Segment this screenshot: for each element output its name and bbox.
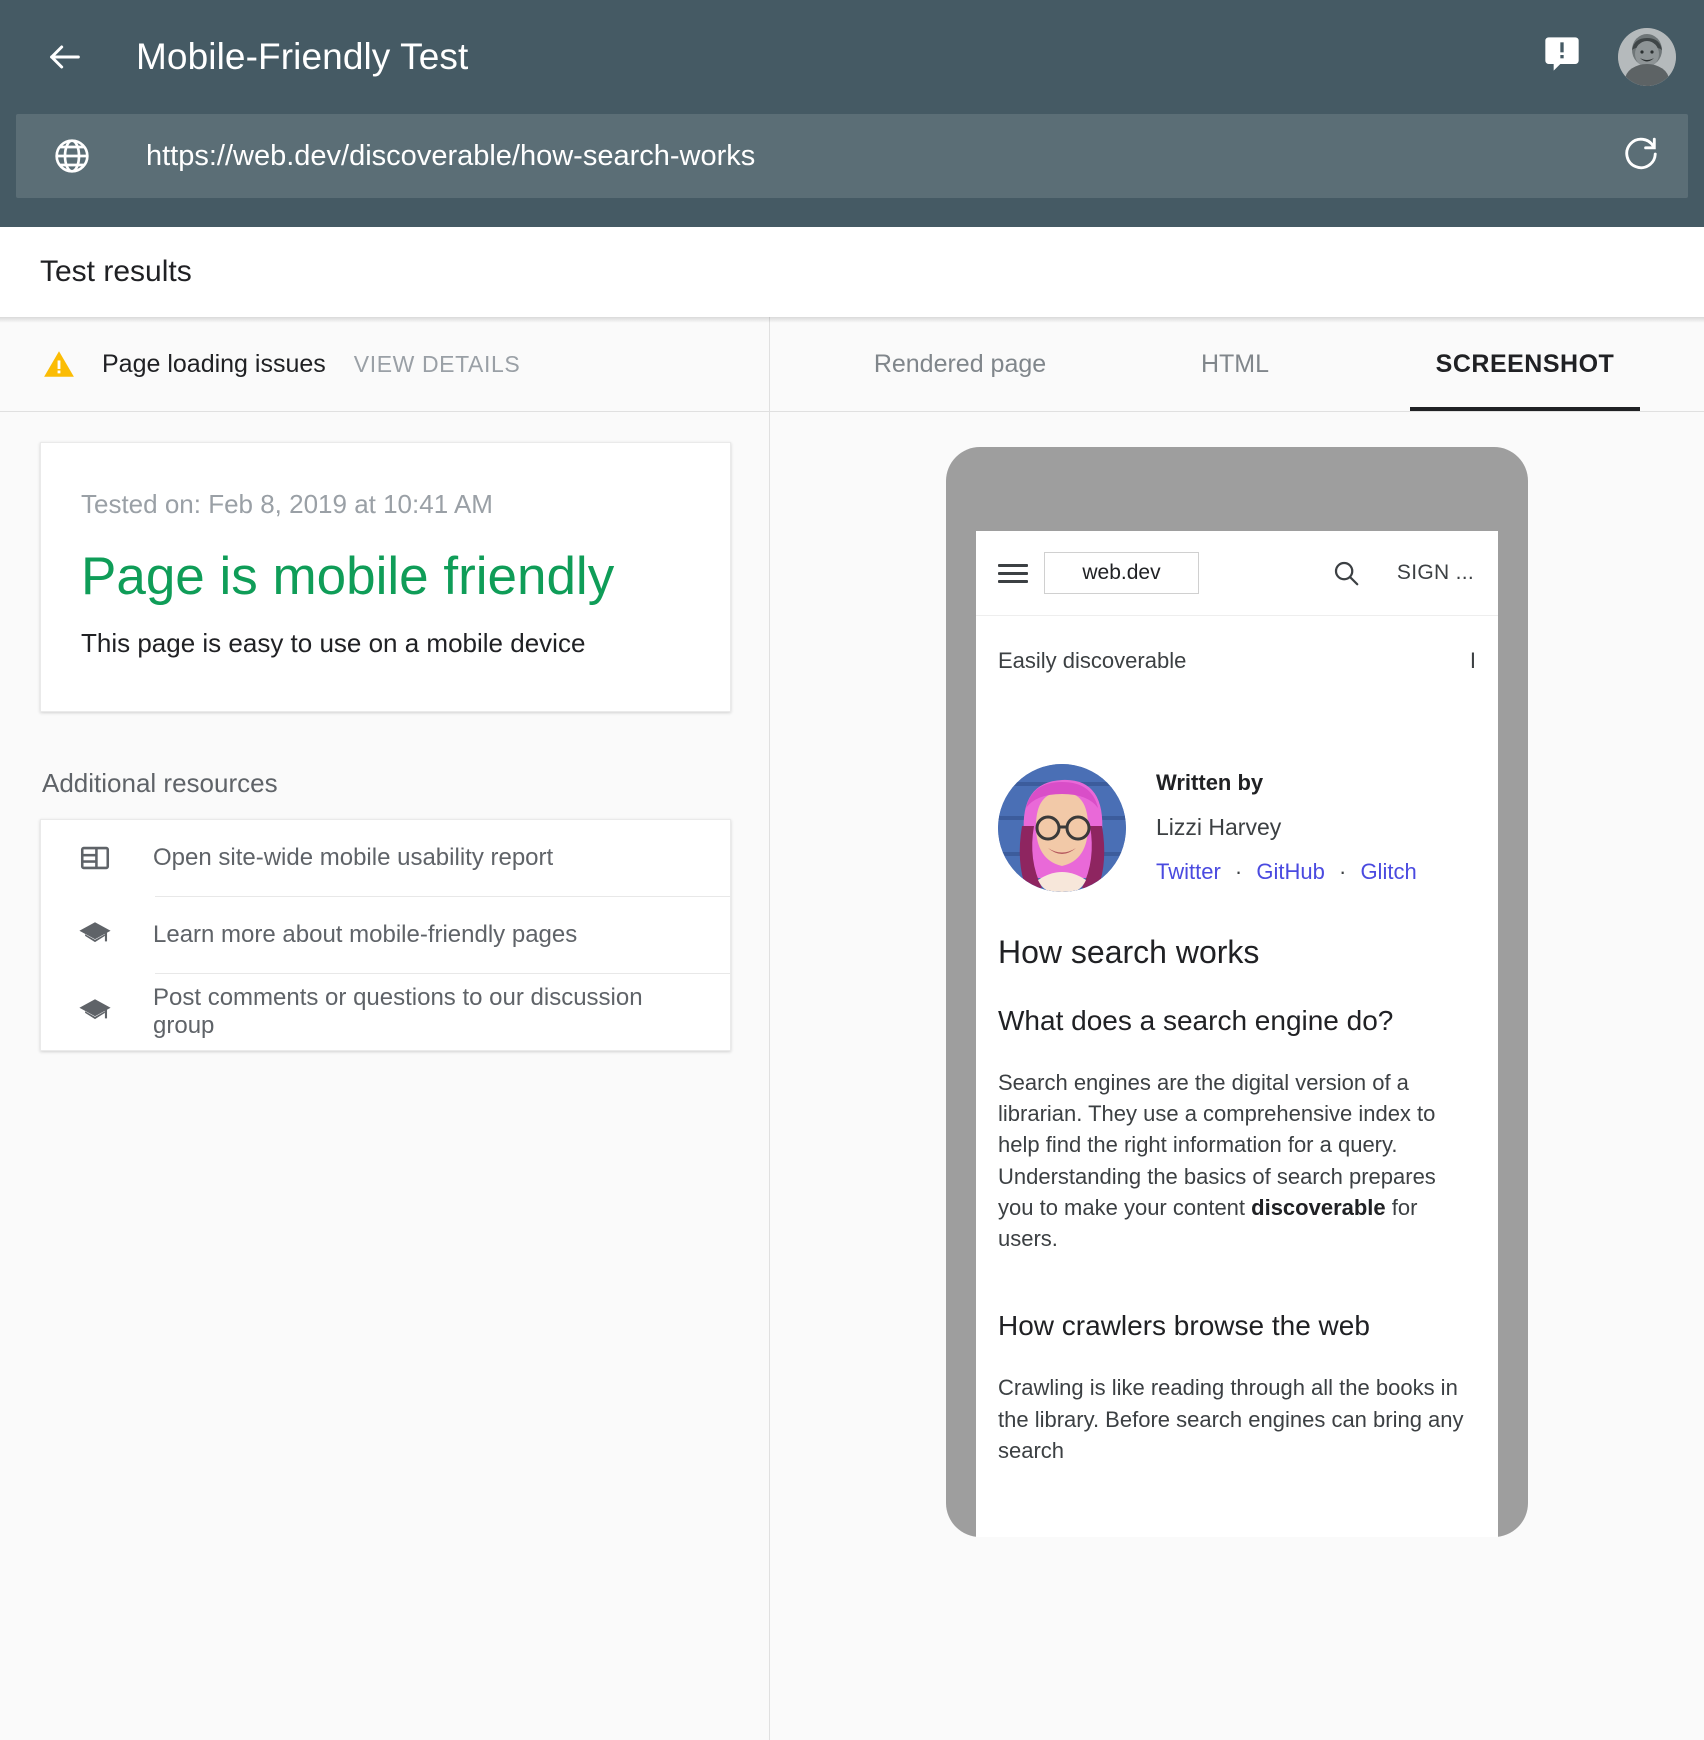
reload-icon [1622,135,1660,178]
left-pane: Page loading issues VIEW DETAILS Tested … [0,317,770,1740]
arrow-back-icon [45,37,85,77]
url-bar[interactable]: https://web.dev/discoverable/how-search-… [16,114,1688,198]
user-avatar[interactable] [1618,28,1676,86]
list-item[interactable]: Post comments or questions to our discus… [41,974,730,1050]
page-title: Mobile-Friendly Test [136,36,468,78]
additional-resources-title: Additional resources [42,768,731,799]
mobile-friendly-test-app: Mobile-Friendly Test [0,0,1704,1740]
author-link-github[interactable]: GitHub [1256,859,1324,884]
preview-tabs: Rendered page HTML SCREENSHOT [770,317,1704,412]
tab-screenshot[interactable]: SCREENSHOT [1410,317,1640,411]
url-input-value[interactable]: https://web.dev/discoverable/how-search-… [146,140,1620,173]
author-link-glitch[interactable]: Glitch [1360,859,1416,884]
article-paragraph-1: Search engines are the digital version o… [976,1037,1498,1254]
verdict-title: Page is mobile friendly [81,548,690,606]
feedback-button[interactable] [1538,33,1586,81]
article-p1-bold: discoverable [1251,1195,1386,1220]
site-header: web.dev SIGN ... [976,531,1498,616]
breadcrumb-menu-icon[interactable]: I [1470,648,1476,674]
link-separator: · [1235,859,1242,884]
article-paragraph-2: Crawling is like reading through all the… [976,1342,1498,1466]
view-details-button[interactable]: VIEW DETAILS [354,351,521,378]
back-button[interactable] [38,30,92,84]
feedback-icon [1542,34,1582,79]
page-loading-issues-bar: Page loading issues VIEW DETAILS [0,317,769,412]
topbar-row: Mobile-Friendly Test [0,0,1704,113]
main-body: Page loading issues VIEW DETAILS Tested … [0,317,1704,1740]
list-item[interactable]: Open site-wide mobile usability report [41,820,730,896]
article-heading-2: What does a search engine do? [976,971,1498,1037]
list-item-label: Post comments or questions to our discus… [153,984,704,1040]
school-cap-icon [75,995,115,1029]
link-separator: · [1339,859,1346,884]
breadcrumb-label: Easily discoverable [998,648,1186,674]
author-name: Lizzi Harvey [1156,814,1417,841]
screenshot-preview-area: web.dev SIGN ... Easily discoverable [770,412,1704,1740]
phone-screen: web.dev SIGN ... Easily discoverable [976,531,1498,1537]
dashboard-report-icon [75,841,115,875]
left-content: Tested on: Feb 8, 2019 at 10:41 AM Page … [0,412,769,1740]
right-pane: Rendered page HTML SCREENSHOT web.dev [770,317,1704,1740]
site-logo: web.dev [1044,552,1199,594]
article-heading-1: How search works [976,892,1498,971]
hamburger-menu-icon[interactable] [998,559,1028,588]
list-item-label: Open site-wide mobile usability report [153,844,553,872]
breadcrumb: Easily discoverable I [976,616,1498,706]
author-link-twitter[interactable]: Twitter [1156,859,1221,884]
article-heading-3: How crawlers browse the web [976,1254,1498,1342]
reload-button[interactable] [1620,135,1662,177]
result-card: Tested on: Feb 8, 2019 at 10:41 AM Page … [40,442,731,712]
verdict-subtext: This page is easy to use on a mobile dev… [81,628,690,659]
globe-icon [52,135,94,177]
sign-in-button[interactable]: SIGN ... [1397,561,1474,585]
test-results-title: Test results [40,255,192,289]
tab-html[interactable]: HTML [1120,317,1350,411]
author-meta: Written by Lizzi Harvey Twitter · GitHub… [1156,764,1417,885]
author-avatar [998,764,1126,892]
tested-on-text: Tested on: Feb 8, 2019 at 10:41 AM [81,489,690,520]
search-icon[interactable] [1329,556,1363,590]
additional-resources-list: Open site-wide mobile usability report L… [40,819,731,1051]
list-item[interactable]: Learn more about mobile-friendly pages [41,897,730,973]
author-block: Written by Lizzi Harvey Twitter · GitHub… [976,706,1498,892]
tab-rendered-page[interactable]: Rendered page [800,317,1120,411]
test-results-header: Test results [0,227,1704,317]
written-by-label: Written by [1156,770,1417,796]
page-loading-issues-label: Page loading issues [102,350,326,379]
phone-mockup: web.dev SIGN ... Easily discoverable [946,447,1528,1537]
warning-triangle-icon [42,347,76,381]
list-item-label: Learn more about mobile-friendly pages [153,921,577,949]
school-cap-icon [75,918,115,952]
app-topbar: Mobile-Friendly Test [0,0,1704,227]
author-links: Twitter · GitHub · Glitch [1156,859,1417,885]
